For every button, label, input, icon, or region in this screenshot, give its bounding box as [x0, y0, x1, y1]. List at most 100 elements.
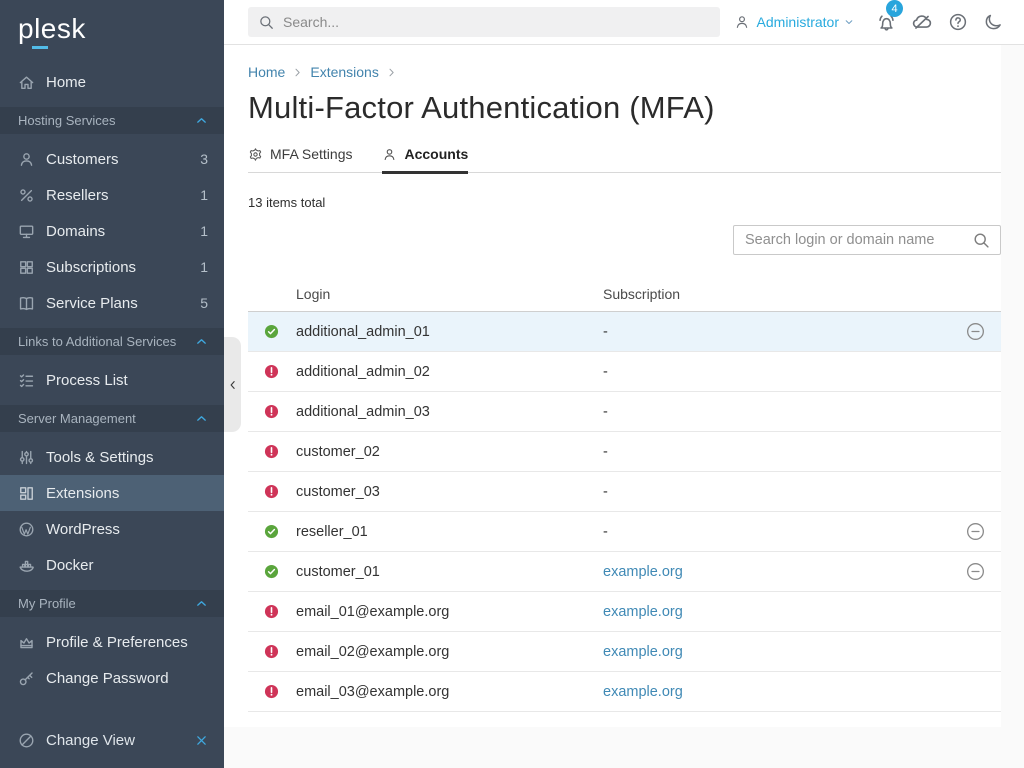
subscription-value: - [603, 524, 608, 540]
mfa-enabled-icon [264, 564, 279, 579]
sidebar-item-subscriptions[interactable]: Subscriptions1 [0, 249, 224, 285]
subscription-link[interactable]: example.org [603, 604, 683, 620]
person-icon [17, 151, 36, 168]
status-cell [248, 324, 296, 339]
crown-icon [17, 634, 36, 651]
mfa-disabled-icon [264, 604, 279, 619]
table-row: customer_01example.org [248, 552, 1001, 592]
sidebar-item-label: Docker [46, 557, 208, 574]
login-cell: additional_admin_01 [296, 324, 603, 340]
accounts-filter[interactable] [733, 225, 1001, 255]
column-header-login: Login [296, 286, 603, 302]
sidebar-item-change-view[interactable]: Change View [0, 722, 224, 758]
subscription-link[interactable]: example.org [603, 684, 683, 700]
sidebar-section-label: Hosting Services [18, 113, 195, 128]
person-icon [382, 147, 397, 162]
sidebar-section-hosting-services[interactable]: Hosting Services [0, 107, 224, 134]
sidebar-item-domains[interactable]: Domains1 [0, 213, 224, 249]
accounts-filter-input[interactable] [745, 232, 972, 248]
subscription-cell: example.org [603, 684, 949, 700]
table-row: customer_03- [248, 472, 1001, 512]
tab-label: MFA Settings [270, 146, 352, 162]
breadcrumb-link-home[interactable]: Home [248, 64, 285, 80]
percent-icon [17, 187, 36, 204]
tab-accounts[interactable]: Accounts [382, 146, 468, 174]
table-row: additional_admin_03- [248, 392, 1001, 432]
subscription-link[interactable]: example.org [603, 564, 683, 580]
sidebar-section-my-profile[interactable]: My Profile [0, 590, 224, 617]
breadcrumb-separator-icon [292, 67, 303, 78]
monitor-icon [17, 223, 36, 240]
mfa-disabled-icon [264, 364, 279, 379]
mfa-enabled-icon [264, 524, 279, 539]
subscription-cell: - [603, 364, 949, 380]
sidebar-item-label: Profile & Preferences [46, 634, 208, 651]
mfa-disabled-icon [264, 444, 279, 459]
notifications-button[interactable]: 4 [868, 6, 904, 38]
subscription-value: - [603, 324, 608, 340]
sidebar-item-process-list[interactable]: Process List [0, 362, 224, 398]
global-search[interactable] [248, 7, 720, 37]
sidebar-item-count: 1 [200, 223, 208, 239]
subscription-link[interactable]: example.org [603, 644, 683, 660]
sidebar-section-links-to-additional-services[interactable]: Links to Additional Services [0, 328, 224, 355]
help-button[interactable] [940, 6, 976, 38]
sidebar-item-tools-settings[interactable]: Tools & Settings [0, 439, 224, 475]
sidebar-item-customers[interactable]: Customers3 [0, 141, 224, 177]
sidebar-item-change-password[interactable]: Change Password [0, 660, 224, 696]
login-cell: email_02@example.org [296, 644, 603, 660]
chevron-up-icon [195, 114, 208, 127]
sidebar-section-server-management[interactable]: Server Management [0, 405, 224, 432]
sidebar: plesk Home Hosting Services Customers3Rese… [0, 0, 224, 768]
plesk-logo[interactable]: plesk [0, 0, 224, 58]
mfa-enabled-icon [264, 324, 279, 339]
sidebar-item-home[interactable]: Home [0, 64, 224, 100]
sidebar-item-label: WordPress [46, 521, 208, 538]
sidebar-item-resellers[interactable]: Resellers1 [0, 177, 224, 213]
chevron-up-icon [195, 597, 208, 610]
subscription-value: - [603, 484, 608, 500]
breadcrumb-link-extensions[interactable]: Extensions [310, 64, 378, 80]
sidebar-item-wordpress[interactable]: WordPress [0, 511, 224, 547]
disable-mfa-button[interactable] [966, 562, 985, 581]
moon-icon [984, 12, 1004, 32]
chevron-down-icon [844, 17, 854, 27]
sidebar-item-profile-preferences[interactable]: Profile & Preferences [0, 624, 224, 660]
tab-label: Accounts [404, 146, 468, 162]
status-cell [248, 564, 296, 579]
close-icon[interactable] [195, 734, 208, 747]
sidebar-section-label: Server Management [18, 411, 195, 426]
sidebar-item-service-plans[interactable]: Service Plans5 [0, 285, 224, 321]
subscription-cell: - [603, 524, 949, 540]
sidebar-section-label: Links to Additional Services [18, 334, 195, 349]
plesk-logo-text: plesk [18, 13, 86, 44]
page-title: Multi-Factor Authentication (MFA) [248, 90, 1001, 126]
subscription-cell: example.org [603, 644, 949, 660]
filter-row [248, 225, 1001, 255]
sidebar-item-label: Home [46, 74, 208, 91]
action-cell [949, 522, 1001, 541]
user-icon [734, 14, 750, 30]
subscription-cell: example.org [603, 604, 949, 620]
user-menu[interactable]: Administrator [734, 14, 854, 30]
subscription-cell: - [603, 404, 949, 420]
disable-mfa-button[interactable] [966, 322, 985, 341]
table-row: additional_admin_01- [248, 312, 1001, 352]
sidebar-collapse-handle[interactable] [224, 337, 241, 432]
feedback-button[interactable] [904, 6, 940, 38]
status-cell [248, 404, 296, 419]
subscription-cell: example.org [603, 564, 949, 580]
sidebar-item-docker[interactable]: Docker [0, 547, 224, 583]
status-cell [248, 484, 296, 499]
disable-mfa-button[interactable] [966, 522, 985, 541]
tab-mfa-settings[interactable]: MFA Settings [248, 146, 352, 174]
sidebar-section-label: My Profile [18, 596, 195, 611]
global-search-input[interactable] [283, 14, 710, 30]
sidebar-item-extensions[interactable]: Extensions [0, 475, 224, 511]
search-icon[interactable] [972, 231, 991, 250]
dark-mode-toggle[interactable] [976, 6, 1012, 38]
chevron-up-icon [195, 412, 208, 425]
action-cell [949, 322, 1001, 341]
status-cell [248, 684, 296, 699]
login-cell: additional_admin_03 [296, 404, 603, 420]
